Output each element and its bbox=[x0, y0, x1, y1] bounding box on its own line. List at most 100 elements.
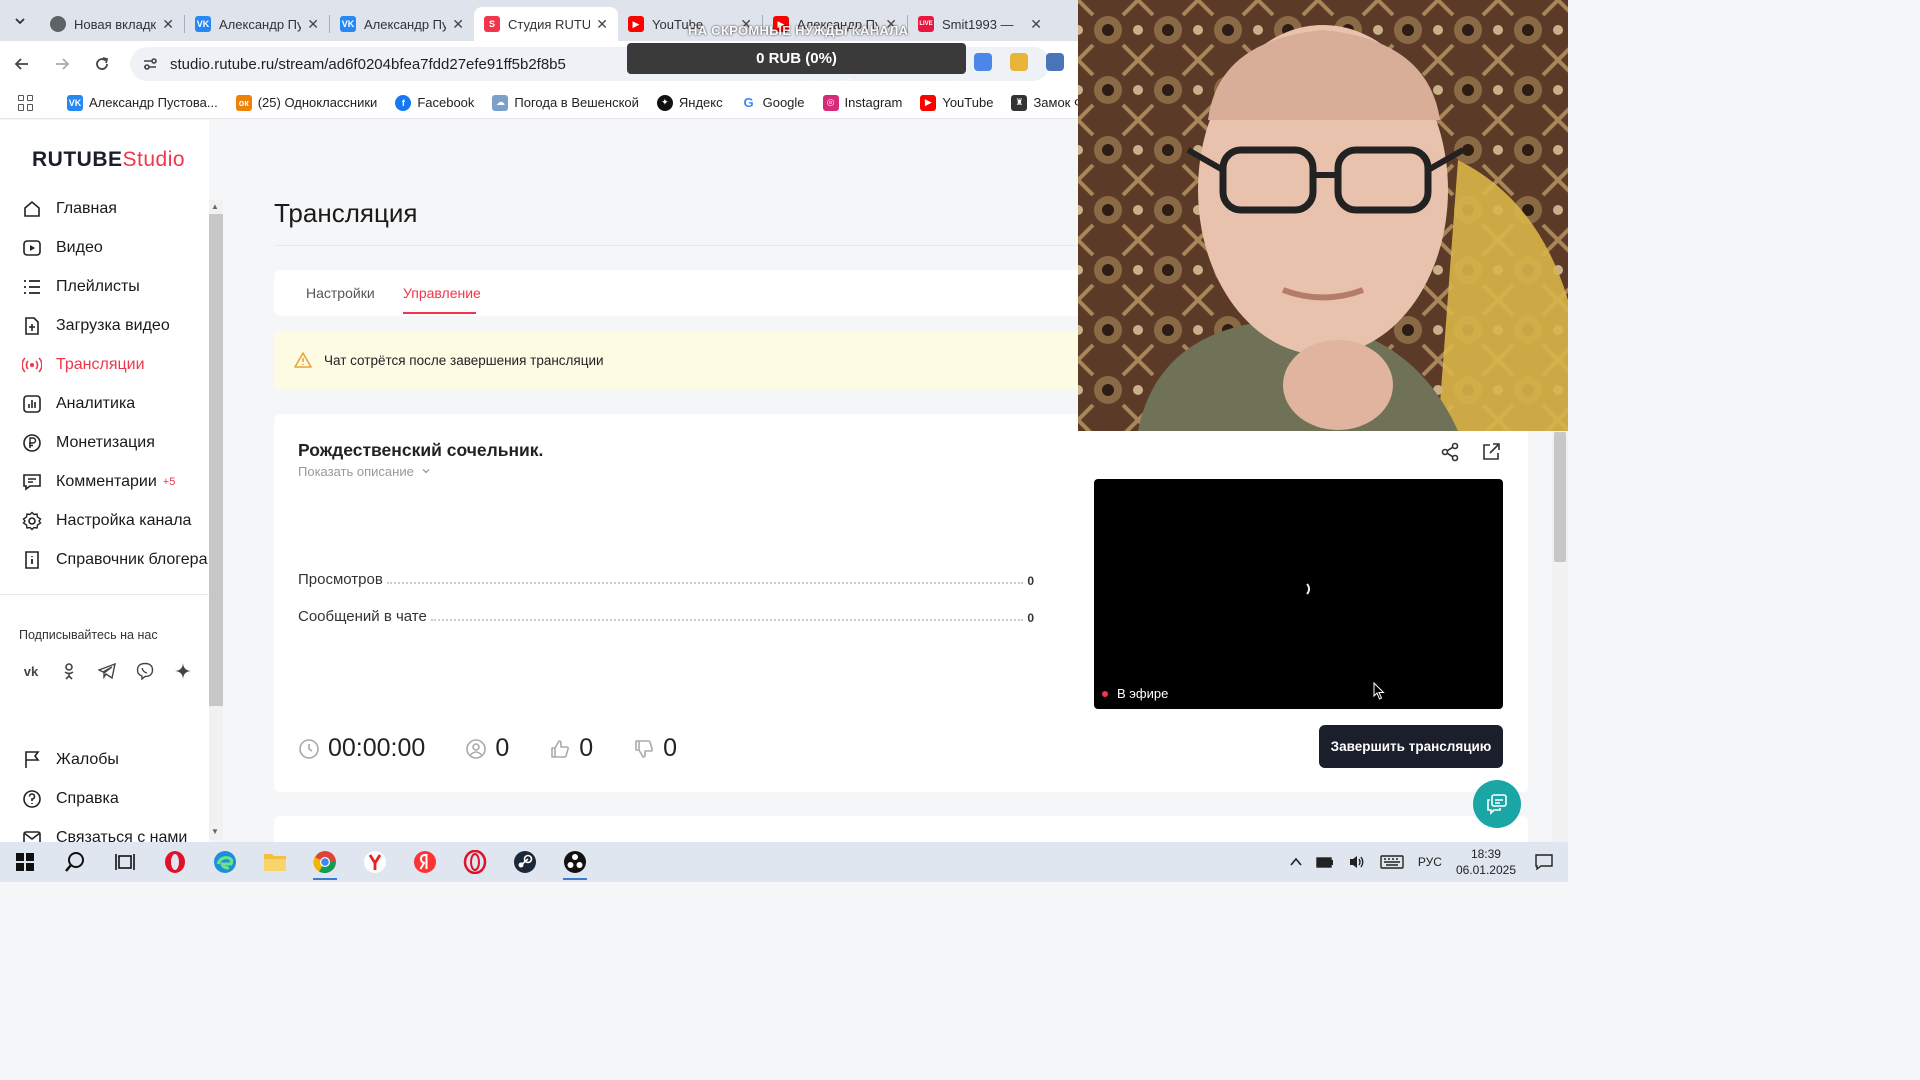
vk-icon[interactable]: vk bbox=[18, 658, 44, 684]
close-icon[interactable]: ✕ bbox=[1030, 16, 1042, 33]
taskbar-edge[interactable] bbox=[200, 842, 250, 882]
sidebar-item-channel-settings[interactable]: Настройка канала bbox=[0, 501, 209, 540]
dzen-icon[interactable] bbox=[170, 658, 196, 684]
bookmark-item[interactable]: ок (25) Одноклассники bbox=[235, 94, 377, 111]
share-button[interactable] bbox=[1440, 442, 1460, 462]
profile-extension-icon[interactable] bbox=[1046, 53, 1064, 71]
sidebar-item-blogger-guide[interactable]: Справочник блогера bbox=[0, 540, 209, 579]
bookmark-label: Александр Пустова... bbox=[89, 95, 218, 110]
taskbar-chrome[interactable] bbox=[300, 842, 350, 882]
sidebar-item-broadcasts[interactable]: Трансляции bbox=[0, 345, 209, 384]
browser-tab[interactable]: VK Александр Пустовалов ✕ bbox=[185, 7, 329, 41]
windows-icon bbox=[16, 853, 34, 871]
battery-icon[interactable] bbox=[1316, 856, 1334, 868]
bookmark-item[interactable]: ☁ Погода в Вешенской bbox=[492, 94, 639, 111]
close-icon[interactable]: ✕ bbox=[452, 16, 464, 33]
end-broadcast-button[interactable]: Завершить трансляцию bbox=[1319, 725, 1503, 768]
castle-icon: ♜ bbox=[1011, 94, 1028, 111]
sidebar-bottom-nav: Жалобы Справка Связаться с нами bbox=[0, 740, 209, 857]
sidebar-item-comments[interactable]: Комментарии +5 bbox=[0, 462, 209, 501]
reload-button[interactable] bbox=[84, 46, 120, 82]
sidebar-item-playlists[interactable]: Плейлисты bbox=[0, 267, 209, 306]
ok-icon[interactable] bbox=[56, 658, 82, 684]
sidebar-scrollbar-thumb[interactable] bbox=[209, 214, 223, 706]
site-settings-icon[interactable] bbox=[142, 56, 158, 72]
translate-extension-icon[interactable] bbox=[974, 53, 992, 71]
bookmark-item[interactable]: ◎ Instagram bbox=[822, 94, 902, 111]
sidebar-item-monetization[interactable]: Монетизация bbox=[0, 423, 209, 462]
viber-icon[interactable] bbox=[132, 658, 158, 684]
studio-sidebar: RUTUBEStudio Главная Видео Плейлисты Заг… bbox=[0, 120, 209, 846]
taskbar-yandex-browser[interactable] bbox=[350, 842, 400, 882]
notifications-button[interactable] bbox=[1534, 853, 1554, 871]
tab-title: Александр Пустовалов bbox=[219, 16, 302, 32]
stat-label: Просмотров bbox=[298, 571, 383, 588]
bookmark-item[interactable]: ▶ YouTube bbox=[920, 94, 993, 111]
task-view-button[interactable] bbox=[100, 842, 150, 882]
taskbar-opera-gx[interactable] bbox=[450, 842, 500, 882]
donation-headline: НА СКРОМНЫЕ НУЖДЫ КАНАЛА bbox=[688, 23, 909, 38]
close-icon[interactable]: ✕ bbox=[596, 16, 608, 33]
page-tabs: Настройки Управление bbox=[274, 270, 1078, 316]
bookmark-item[interactable]: f Facebook bbox=[395, 94, 474, 111]
browser-tab[interactable]: Новая вкладка ✕ bbox=[40, 7, 184, 41]
tab-settings[interactable]: Настройки bbox=[306, 285, 375, 301]
apps-grid-icon[interactable] bbox=[18, 94, 33, 111]
taskbar-obs[interactable] bbox=[550, 842, 600, 882]
tab-search-button[interactable] bbox=[0, 0, 40, 41]
close-icon[interactable]: ✕ bbox=[162, 16, 174, 33]
likes-counter: 0 bbox=[549, 734, 593, 763]
yandex-browser-icon bbox=[364, 851, 386, 873]
sidebar-item-video[interactable]: Видео bbox=[0, 228, 209, 267]
taskbar-explorer[interactable] bbox=[250, 842, 300, 882]
active-tab-underline bbox=[403, 312, 476, 314]
duration-counter: 00:00:00 bbox=[298, 734, 425, 763]
page-scrollbar-thumb[interactable] bbox=[1554, 432, 1566, 562]
sidebar-item-upload[interactable]: Загрузка видео bbox=[0, 306, 209, 345]
extension-icons bbox=[974, 53, 1064, 71]
bookmark-item[interactable]: ✦ Яндекс bbox=[656, 94, 723, 111]
sidebar-item-home[interactable]: Главная bbox=[0, 189, 209, 228]
social-links: vk bbox=[18, 658, 196, 684]
stat-value: 0 bbox=[1027, 611, 1034, 625]
taskbar-search-button[interactable] bbox=[50, 842, 100, 882]
taskbar-yandex[interactable] bbox=[400, 842, 450, 882]
telegram-icon[interactable] bbox=[94, 658, 120, 684]
support-chat-button[interactable] bbox=[1473, 780, 1521, 828]
steam-icon bbox=[514, 851, 536, 873]
ok-icon: ок bbox=[235, 94, 252, 111]
taskbar-clock[interactable]: 18:39 06.01.2025 bbox=[1456, 846, 1516, 878]
browser-tab-active[interactable]: S Студия RUTUBE ✕ bbox=[474, 7, 618, 41]
bookmark-item[interactable]: VK Александр Пустова... bbox=[67, 94, 218, 111]
bookmark-item[interactable]: G Google bbox=[740, 94, 805, 111]
tab-management[interactable]: Управление bbox=[403, 285, 481, 301]
show-hidden-icons-button[interactable] bbox=[1290, 857, 1302, 867]
taskbar-steam[interactable] bbox=[500, 842, 550, 882]
chat-icon bbox=[1487, 794, 1507, 815]
scroll-down-arrow-icon[interactable]: ▼ bbox=[211, 827, 219, 836]
instagram-icon: ◎ bbox=[822, 94, 839, 111]
volume-icon[interactable] bbox=[1348, 854, 1366, 870]
extension-icon[interactable] bbox=[1010, 53, 1028, 71]
page-title: Трансляция bbox=[274, 198, 418, 228]
close-icon[interactable]: ✕ bbox=[307, 16, 319, 33]
taskbar-opera[interactable] bbox=[150, 842, 200, 882]
tab-title: Студия RUTUBE bbox=[508, 16, 591, 32]
sidebar-item-complaints[interactable]: Жалобы bbox=[0, 740, 209, 779]
start-button[interactable] bbox=[0, 842, 50, 882]
back-button[interactable] bbox=[4, 46, 40, 82]
keyboard-icon[interactable] bbox=[1380, 855, 1404, 869]
stream-preview-player[interactable]: В эфире bbox=[1094, 479, 1503, 709]
show-description-toggle[interactable]: Показать описание bbox=[298, 464, 431, 479]
open-external-button[interactable] bbox=[1481, 442, 1501, 462]
bookmark-item[interactable]: ♜ Замок Фанфикшн bbox=[1011, 94, 1078, 111]
scroll-up-arrow-icon[interactable]: ▲ bbox=[211, 202, 219, 211]
browser-tab[interactable]: VK Александр Пустовалов ✕ bbox=[330, 7, 474, 41]
sidebar-item-analytics[interactable]: Аналитика bbox=[0, 384, 209, 423]
browser-tab[interactable]: LIVE Smit1993 — ✕ bbox=[908, 7, 1052, 41]
sidebar-item-help[interactable]: Справка bbox=[0, 779, 209, 818]
rutube-studio-logo[interactable]: RUTUBEStudio bbox=[32, 148, 185, 172]
forward-button[interactable] bbox=[44, 46, 80, 82]
stat-row-chat-messages: Сообщений в чате 0 bbox=[298, 608, 1034, 625]
input-language-indicator[interactable]: РУС bbox=[1418, 855, 1442, 869]
